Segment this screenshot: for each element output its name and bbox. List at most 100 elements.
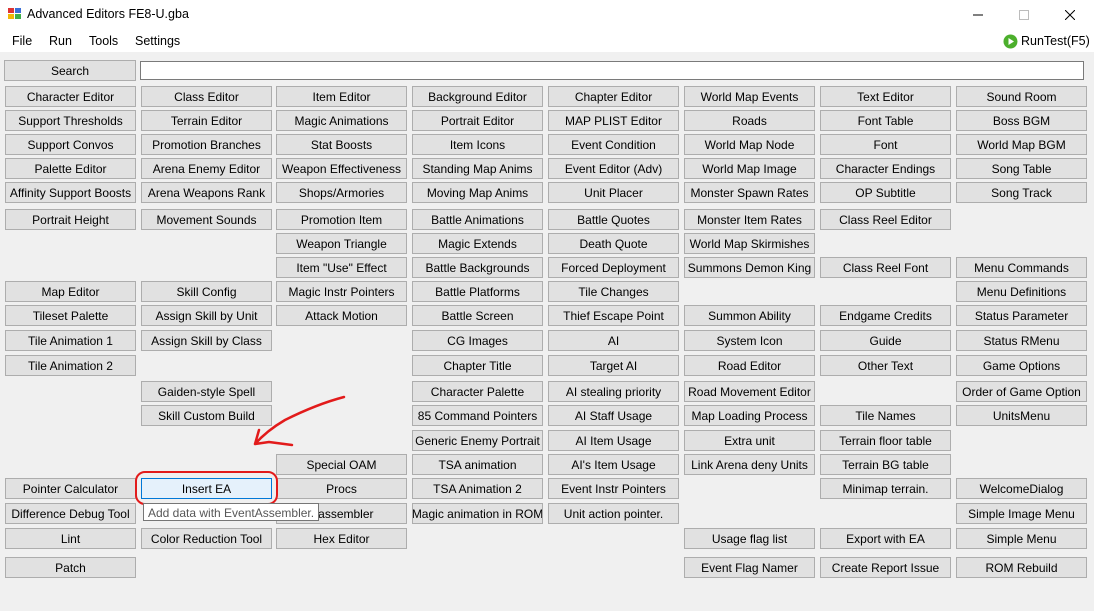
ai-button[interactable]: AI [548, 330, 679, 351]
terrain-editor-button[interactable]: Terrain Editor [141, 110, 272, 131]
battle-platforms-button[interactable]: Battle Platforms [412, 281, 543, 302]
tileset-palette-button[interactable]: Tileset Palette [5, 305, 136, 326]
event-instr-pointers-button[interactable]: Event Instr Pointers [548, 478, 679, 499]
link-arena-deny-units-button[interactable]: Link Arena deny Units [684, 454, 815, 475]
menu-settings[interactable]: Settings [135, 34, 180, 48]
character-palette-button[interactable]: Character Palette [412, 381, 543, 402]
special-oam-button[interactable]: Special OAM [276, 454, 407, 475]
class-editor-button[interactable]: Class Editor [141, 86, 272, 107]
lint-button[interactable]: Lint [5, 528, 136, 549]
close-button[interactable] [1047, 0, 1093, 30]
magic-animations-button[interactable]: Magic Animations [276, 110, 407, 131]
other-text-button[interactable]: Other Text [820, 355, 951, 376]
menu-tools[interactable]: Tools [89, 34, 118, 48]
runtest-button[interactable]: RunTest(F5) [1003, 33, 1090, 49]
extra-unit-button[interactable]: Extra unit [684, 430, 815, 451]
status-rmenu-button[interactable]: Status RMenu [956, 330, 1087, 351]
menu-run[interactable]: Run [49, 34, 72, 48]
magic-instr-pointers-button[interactable]: Magic Instr Pointers [276, 281, 407, 302]
tile-names-button[interactable]: Tile Names [820, 405, 951, 426]
support-convos-button[interactable]: Support Convos [5, 134, 136, 155]
death-quote-button[interactable]: Death Quote [548, 233, 679, 254]
target-ai-button[interactable]: Target AI [548, 355, 679, 376]
summon-ability-button[interactable]: Summon Ability [684, 305, 815, 326]
hex-editor-button[interactable]: Hex Editor [276, 528, 407, 549]
chapter-title-button[interactable]: Chapter Title [412, 355, 543, 376]
map-plist-editor-button[interactable]: MAP PLIST Editor [548, 110, 679, 131]
map-editor-button[interactable]: Map Editor [5, 281, 136, 302]
map-loading-process-button[interactable]: Map Loading Process [684, 405, 815, 426]
cg-images-button[interactable]: CG Images [412, 330, 543, 351]
roads-button[interactable]: Roads [684, 110, 815, 131]
magic-extends-button[interactable]: Magic Extends [412, 233, 543, 254]
world-map-bgm-button[interactable]: World Map BGM [956, 134, 1087, 155]
song-table-button[interactable]: Song Table [956, 158, 1087, 179]
magic-animation-in-rom-button[interactable]: Magic animation in ROM [412, 503, 543, 524]
difference-debug-tool-button[interactable]: Difference Debug Tool [5, 503, 136, 524]
shops-armories-button[interactable]: Shops/Armories [276, 182, 407, 203]
portrait-editor-button[interactable]: Portrait Editor [412, 110, 543, 131]
search-button[interactable]: Search [4, 60, 136, 81]
battle-animations-button[interactable]: Battle Animations [412, 209, 543, 230]
road-editor-button[interactable]: Road Editor [684, 355, 815, 376]
forced-deployment-button[interactable]: Forced Deployment [548, 257, 679, 278]
menu-definitions-button[interactable]: Menu Definitions [956, 281, 1087, 302]
procs-button[interactable]: Procs [276, 478, 407, 499]
item-icons-button[interactable]: Item Icons [412, 134, 543, 155]
maximize-button[interactable] [1001, 0, 1047, 30]
gaiden-style-spell-button[interactable]: Gaiden-style Spell [141, 381, 272, 402]
assign-skill-by-unit-button[interactable]: Assign Skill by Unit [141, 305, 272, 326]
skill-custom-build-button[interactable]: Skill Custom Build [141, 405, 272, 426]
tile-animation-1-button[interactable]: Tile Animation 1 [5, 330, 136, 351]
weapon-triangle-button[interactable]: Weapon Triangle [276, 233, 407, 254]
world-map-image-button[interactable]: World Map Image [684, 158, 815, 179]
affinity-support-boosts-button[interactable]: Affinity Support Boosts [5, 182, 136, 203]
op-subtitle-button[interactable]: OP Subtitle [820, 182, 951, 203]
ai-item-usage-button[interactable]: AI Item Usage [548, 430, 679, 451]
arena-enemy-editor-button[interactable]: Arena Enemy Editor [141, 158, 272, 179]
menu-commands-button[interactable]: Menu Commands [956, 257, 1087, 278]
assign-skill-by-class-button[interactable]: Assign Skill by Class [141, 330, 272, 351]
world-map-node-button[interactable]: World Map Node [684, 134, 815, 155]
ai-stealing-priority-button[interactable]: AI stealing priority [548, 381, 679, 402]
search-input[interactable] [140, 61, 1084, 80]
rom-rebuild-button[interactable]: ROM Rebuild [956, 557, 1087, 578]
simple-menu-button[interactable]: Simple Menu [956, 528, 1087, 549]
stat-boosts-button[interactable]: Stat Boosts [276, 134, 407, 155]
ai-staff-usage-button[interactable]: AI Staff Usage [548, 405, 679, 426]
palette-editor-button[interactable]: Palette Editor [5, 158, 136, 179]
patch-button[interactable]: Patch [5, 557, 136, 578]
class-reel-font-button[interactable]: Class Reel Font [820, 257, 951, 278]
song-track-button[interactable]: Song Track [956, 182, 1087, 203]
road-movement-editor-button[interactable]: Road Movement Editor [684, 381, 815, 402]
promotion-branches-button[interactable]: Promotion Branches [141, 134, 272, 155]
tsa-animation-2-button[interactable]: TSA Animation 2 [412, 478, 543, 499]
battle-screen-button[interactable]: Battle Screen [412, 305, 543, 326]
simple-image-menu-button[interactable]: Simple Image Menu [956, 503, 1087, 524]
event-condition-button[interactable]: Event Condition [548, 134, 679, 155]
tsa-animation-button[interactable]: TSA animation [412, 454, 543, 475]
tile-animation-2-button[interactable]: Tile Animation 2 [5, 355, 136, 376]
export-with-ea-button[interactable]: Export with EA [820, 528, 951, 549]
movement-sounds-button[interactable]: Movement Sounds [141, 209, 272, 230]
font-table-button[interactable]: Font Table [820, 110, 951, 131]
chapter-editor-button[interactable]: Chapter Editor [548, 86, 679, 107]
character-editor-button[interactable]: Character Editor [5, 86, 136, 107]
color-reduction-tool-button[interactable]: Color Reduction Tool [141, 528, 272, 549]
terrain-floor-table-button[interactable]: Terrain floor table [820, 430, 951, 451]
unit-action-pointer-button[interactable]: Unit action pointer. [548, 503, 679, 524]
usage-flag-list-button[interactable]: Usage flag list [684, 528, 815, 549]
text-editor-button[interactable]: Text Editor [820, 86, 951, 107]
boss-bgm-button[interactable]: Boss BGM [956, 110, 1087, 131]
insert-ea-button[interactable]: Insert EA [141, 478, 272, 499]
event-editor-adv-button[interactable]: Event Editor (Adv) [548, 158, 679, 179]
85-command-pointers-button[interactable]: 85 Command Pointers [412, 405, 543, 426]
standing-map-anims-button[interactable]: Standing Map Anims [412, 158, 543, 179]
event-flag-namer-button[interactable]: Event Flag Namer [684, 557, 815, 578]
endgame-credits-button[interactable]: Endgame Credits [820, 305, 951, 326]
ai-s-item-usage-button[interactable]: AI's Item Usage [548, 454, 679, 475]
background-editor-button[interactable]: Background Editor [412, 86, 543, 107]
status-parameter-button[interactable]: Status Parameter [956, 305, 1087, 326]
system-icon-button[interactable]: System Icon [684, 330, 815, 351]
world-map-skirmishes-button[interactable]: World Map Skirmishes [684, 233, 815, 254]
